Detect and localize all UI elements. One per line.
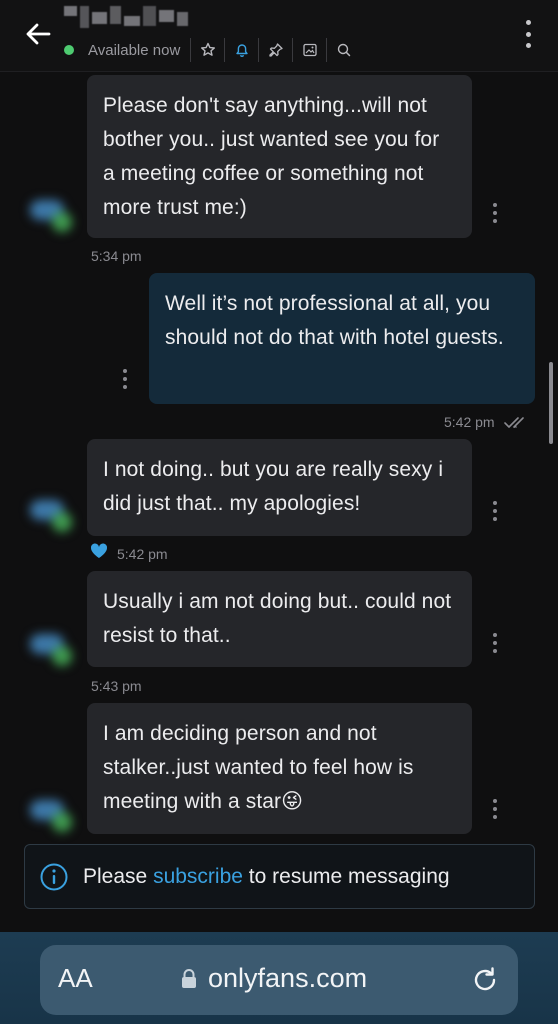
message-time: 5:34 pm [91,248,142,264]
online-indicator [64,45,74,55]
url-display[interactable]: onlyfans.com [180,963,367,994]
status-text: Available now [88,41,181,59]
message-text: Well it’s not professional at all, you s… [165,292,504,349]
message-options-button[interactable] [492,203,498,223]
incoming-message[interactable]: I not doing.. but you are really sexy i … [87,439,472,536]
subscribe-text: Please subscribe to resume messaging [83,865,450,889]
info-icon [40,863,68,890]
outgoing-message[interactable]: Well it’s not professional at all, you s… [149,273,535,404]
read-receipt-icon [504,417,524,428]
search-icon [337,43,351,57]
message-text: I not doing.. but you are really sexy i … [103,458,444,515]
avatar[interactable] [26,790,74,838]
pin-button[interactable] [258,38,292,62]
message-options-button[interactable] [492,501,498,521]
image-icon [303,43,317,57]
star-button[interactable] [190,38,224,62]
subscribe-link[interactable]: subscribe [153,865,243,888]
url-text: onlyfans.com [208,963,368,993]
incoming-message[interactable]: Please don't say anything...will not bot… [87,75,472,238]
message-options-button[interactable] [122,369,128,389]
notifications-button[interactable] [224,38,258,62]
reload-icon[interactable] [470,965,500,995]
back-arrow-icon [26,23,51,45]
contact-name-redacted [64,6,188,28]
back-button[interactable] [18,14,58,54]
star-icon [200,42,215,56]
subscribe-suffix: to resume messaging [248,864,450,888]
heart-icon[interactable] [90,543,108,559]
address-bar[interactable]: AA onlyfans.com [40,945,518,1015]
chat-header: Available now [0,0,558,72]
message-text: I am deciding person and not stalker..ju… [103,722,414,813]
message-time: 5:43 pm [91,678,142,694]
search-button[interactable] [326,38,360,62]
scrollbar[interactable] [549,362,553,444]
status-row: Available now [64,38,360,62]
media-button[interactable] [292,38,326,62]
pin-icon [269,43,283,57]
avatar[interactable] [26,190,74,238]
message-options-button[interactable] [492,633,498,653]
lock-icon [182,968,196,988]
avatar[interactable] [26,624,74,672]
incoming-message[interactable]: Usually i am not doing but.. could not r… [87,571,472,667]
message-time: 5:42 pm [444,414,495,430]
message-text: Please don't say anything...will not bot… [103,94,440,219]
message-text: Usually i am not doing but.. could not r… [103,590,452,647]
incoming-message[interactable]: I am deciding person and not stalker..ju… [87,703,472,834]
browser-toolbar: AA onlyfans.com [0,932,558,1024]
subscribe-prefix: Please [83,864,148,888]
bell-icon [236,44,248,57]
wink-tongue-emoji: 😜 [281,790,304,813]
message-options-button[interactable] [492,799,498,819]
subscribe-notice: Please subscribe to resume messaging [24,844,535,909]
text-size-button[interactable]: AA [58,963,93,994]
aa-label: AA [58,963,93,993]
more-options-button[interactable] [520,20,536,48]
avatar[interactable] [26,490,74,538]
message-list[interactable]: Please don't say anything...will not bot… [0,72,558,932]
message-time: 5:42 pm [117,546,168,562]
